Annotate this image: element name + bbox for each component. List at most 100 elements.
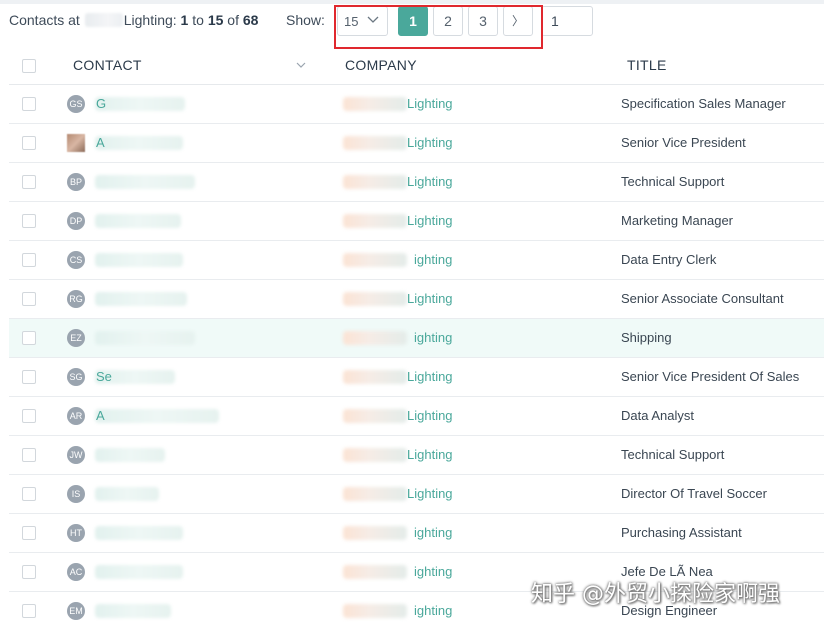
page-button-1[interactable]: 1	[398, 6, 428, 36]
redacted-contact-name	[95, 565, 183, 579]
redacted-contact-name	[95, 526, 183, 540]
company-link[interactable]: ighting	[414, 252, 452, 267]
company-link[interactable]: ighting	[414, 564, 452, 579]
job-title: Director Of Travel Soccer	[621, 486, 767, 501]
company-link[interactable]: Lighting	[407, 291, 453, 306]
table-row[interactable]: JW Lighting Technical Support	[9, 436, 824, 475]
page-button-2[interactable]: 2	[433, 6, 463, 36]
redacted-company-name	[343, 565, 407, 579]
redacted-contact-name	[95, 409, 219, 423]
select-all-checkbox[interactable]	[22, 59, 36, 73]
redacted-company-name	[343, 604, 407, 618]
company-link[interactable]: Lighting	[407, 135, 453, 150]
row-checkbox[interactable]	[22, 487, 36, 501]
job-title: Senior Associate Consultant	[621, 291, 784, 306]
redacted-company-name	[343, 487, 407, 501]
contact-name-link[interactable]: A	[96, 135, 105, 150]
redacted-contact-name	[95, 331, 195, 345]
redacted-company-name	[343, 370, 407, 384]
redacted-company-name	[343, 448, 407, 462]
avatar: DP	[67, 212, 85, 230]
company-link[interactable]: ighting	[414, 525, 452, 540]
redacted-contact-name	[95, 487, 159, 501]
redacted-company-name	[343, 292, 407, 306]
table-row[interactable]: DP Lighting Marketing Manager	[9, 202, 824, 241]
page-button-3[interactable]: 3	[468, 6, 498, 36]
page-size-select[interactable]: 15	[337, 6, 388, 36]
avatar: SG	[67, 368, 85, 386]
chevron-down-icon	[367, 16, 379, 23]
company-link[interactable]: Lighting	[407, 213, 453, 228]
table-row[interactable]: AR A Lighting Data Analyst	[9, 397, 824, 436]
table-row[interactable]: IS Lighting Director Of Travel Soccer	[9, 475, 824, 514]
avatar: RG	[67, 290, 85, 308]
company-link[interactable]: Lighting	[407, 486, 453, 501]
redacted-company-name	[343, 331, 407, 345]
watermark-text: 知乎 @外贸小探险家啊强	[531, 582, 780, 607]
table-row[interactable]: GS G Lighting Specification Sales Manager	[9, 85, 824, 124]
contact-name-link[interactable]: G	[96, 96, 106, 111]
company-link[interactable]: Lighting	[407, 408, 453, 423]
row-checkbox[interactable]	[22, 175, 36, 189]
row-checkbox[interactable]	[22, 565, 36, 579]
job-title: Technical Support	[621, 174, 725, 189]
redacted-company-name	[343, 409, 407, 423]
chevron-down-icon[interactable]	[296, 60, 306, 70]
company-link[interactable]: Lighting	[407, 447, 453, 462]
table-row[interactable]: EZ ighting Shipping	[9, 319, 824, 358]
row-checkbox[interactable]	[22, 253, 36, 267]
redacted-contact-name	[95, 604, 171, 618]
table-row[interactable]: CS ighting Data Entry Clerk	[9, 241, 824, 280]
table-body: GS G Lighting Specification Sales Manager A L…	[9, 85, 824, 625]
avatar: HT	[67, 524, 85, 542]
row-checkbox[interactable]	[22, 292, 36, 306]
contacts-table: CONTACT COMPANY TITLE GS G Lighting Specifi…	[9, 46, 824, 625]
column-header-title[interactable]: TITLE	[627, 57, 667, 73]
job-title: Purchasing Assistant	[621, 525, 742, 540]
job-title: Marketing Manager	[621, 213, 733, 228]
table-row[interactable]: SG Se Lighting Senior Vice President Of Sal…	[9, 358, 824, 397]
avatar: BP	[67, 173, 85, 191]
job-title: Senior Vice President	[621, 135, 746, 150]
redacted-company-name	[343, 97, 407, 111]
table-row[interactable]: A Lighting Senior Vice President	[9, 124, 824, 163]
company-link[interactable]: ighting	[414, 330, 452, 345]
results-summary: Contacts at Lighting: 1 to 15 of 68	[9, 12, 259, 28]
avatar: EM	[67, 602, 85, 620]
row-checkbox[interactable]	[22, 604, 36, 618]
contact-name-link[interactable]: A	[96, 408, 105, 423]
table-header: CONTACT COMPANY TITLE	[9, 46, 824, 85]
page-size-value: 15	[344, 14, 359, 29]
table-row[interactable]: BP Lighting Technical Support	[9, 163, 824, 202]
job-title: Senior Vice President Of Sales	[621, 369, 800, 384]
company-link[interactable]: ighting	[414, 603, 452, 618]
row-checkbox[interactable]	[22, 448, 36, 462]
redacted-contact-name	[95, 175, 195, 189]
table-row[interactable]: RG Lighting Senior Associate Consultant	[9, 280, 824, 319]
row-checkbox[interactable]	[22, 370, 36, 384]
next-page-button[interactable]: 〉	[503, 6, 533, 36]
avatar	[67, 134, 85, 152]
company-link[interactable]: Lighting	[407, 96, 453, 111]
row-checkbox[interactable]	[22, 97, 36, 111]
avatar: EZ	[67, 329, 85, 347]
row-checkbox[interactable]	[22, 214, 36, 228]
row-checkbox[interactable]	[22, 136, 36, 150]
table-row[interactable]: HT ighting Purchasing Assistant	[9, 514, 824, 553]
redacted-contact-name	[95, 136, 183, 150]
company-link[interactable]: Lighting	[407, 369, 453, 384]
avatar: GS	[67, 95, 85, 113]
column-header-contact[interactable]: CONTACT	[73, 57, 142, 73]
contact-name-link[interactable]: Se	[96, 369, 112, 384]
page-size-label: Show:	[286, 12, 325, 28]
company-link[interactable]: Lighting	[407, 174, 453, 189]
column-header-company[interactable]: COMPANY	[345, 57, 417, 73]
row-checkbox[interactable]	[22, 331, 36, 345]
job-title: Data Analyst	[621, 408, 694, 423]
row-checkbox[interactable]	[22, 409, 36, 423]
avatar: IS	[67, 485, 85, 503]
redacted-company-name	[343, 136, 407, 150]
row-checkbox[interactable]	[22, 526, 36, 540]
jump-to-page-input[interactable]	[541, 6, 593, 36]
avatar: JW	[67, 446, 85, 464]
